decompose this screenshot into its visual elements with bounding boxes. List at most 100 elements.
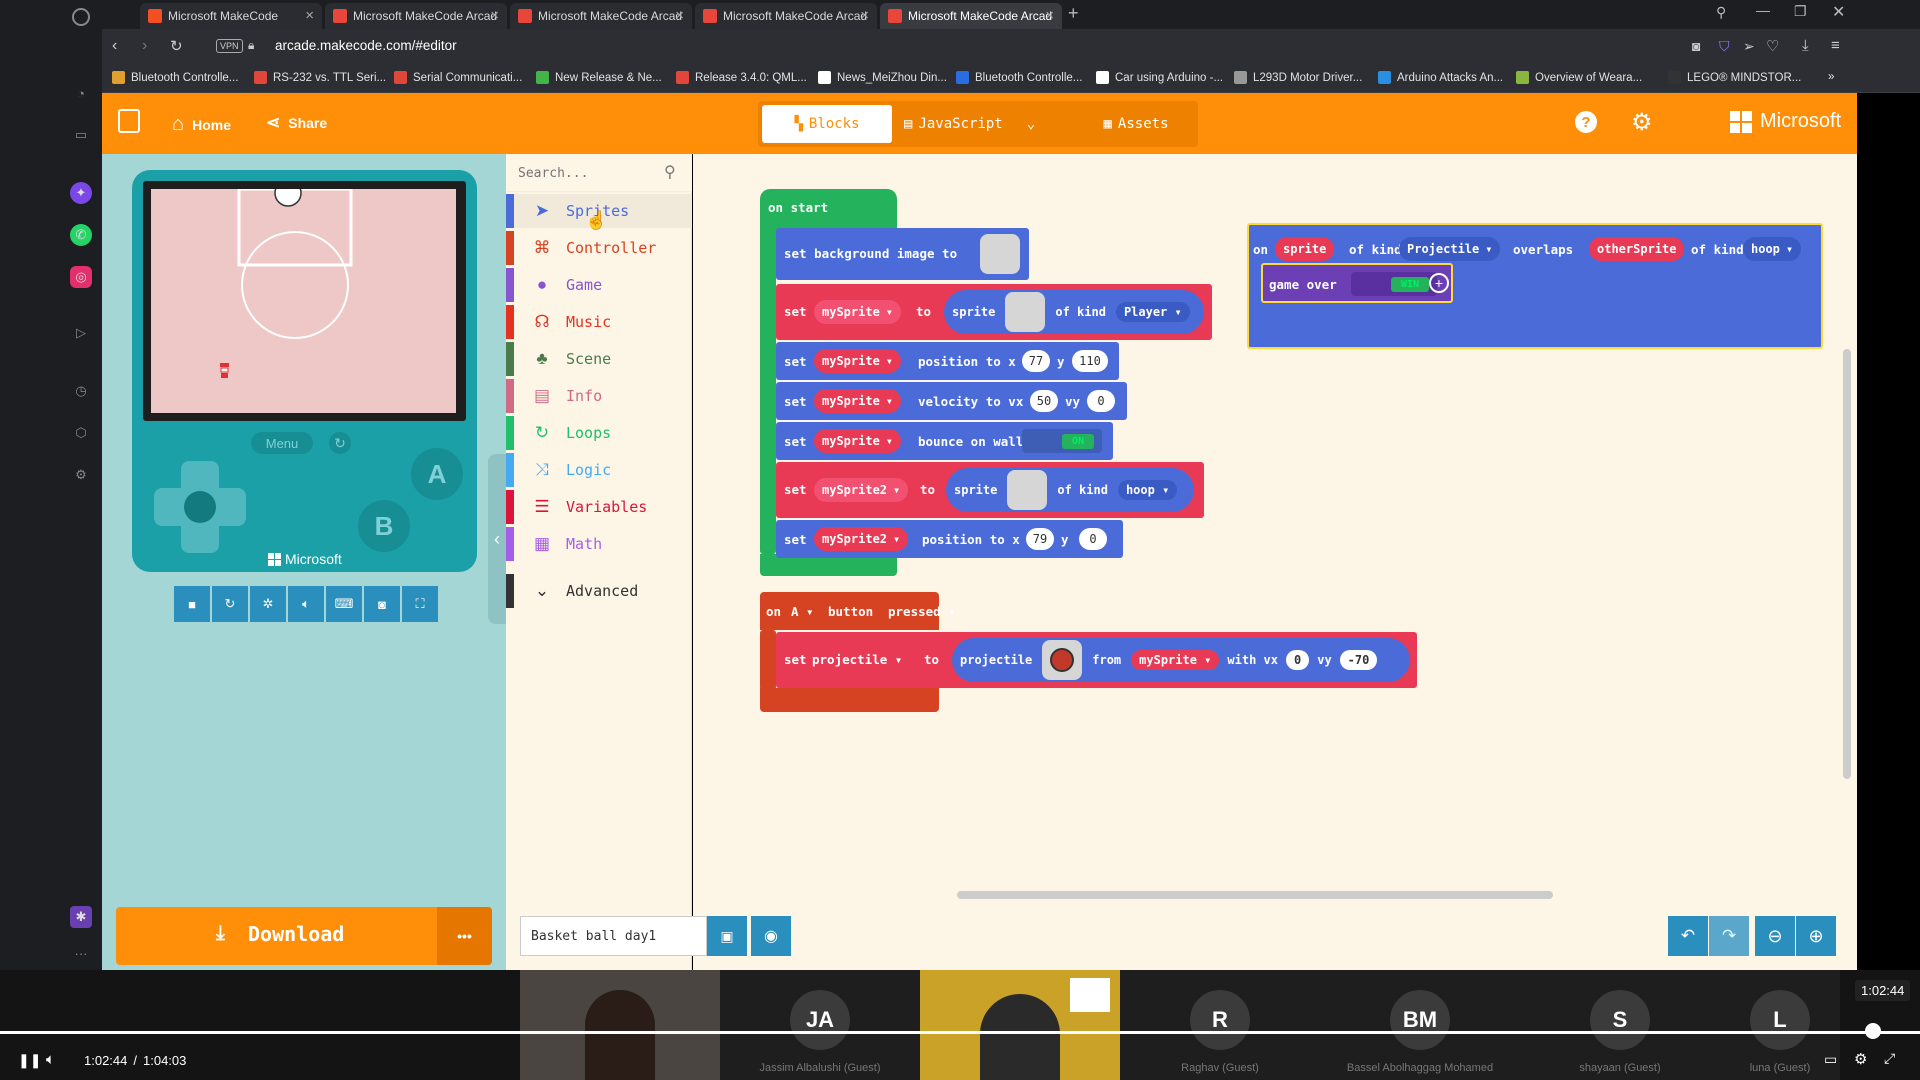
toolbox-category-loops[interactable]: ↻ Loops — [506, 416, 692, 450]
plus-icon[interactable]: + — [1429, 273, 1449, 293]
sprite-of-kind[interactable]: sprite of kind hoop ▾ — [946, 468, 1194, 512]
dpad[interactable] — [144, 451, 256, 563]
gear-icon[interactable]: ⚙ — [1631, 108, 1653, 137]
close-window-icon[interactable]: ✕ — [1832, 2, 1845, 22]
opera-logo-icon[interactable] — [72, 8, 90, 26]
toolbox-category-controller[interactable]: ⌘ Controller — [506, 231, 692, 265]
seek-handle[interactable] — [1865, 1023, 1881, 1039]
shield-icon[interactable]: ⛉ — [1719, 38, 1730, 55]
project-name-input[interactable] — [531, 927, 691, 945]
ball-image-slot[interactable] — [1042, 640, 1083, 680]
captions-icon[interactable]: ▭ — [1824, 1051, 1837, 1068]
debug-icon[interactable]: ✲ — [250, 586, 286, 622]
sprite-of-kind[interactable]: sprite of kind Player ▾ — [944, 290, 1204, 334]
zoom-in-icon[interactable]: ⊕ — [1796, 916, 1836, 956]
horizontal-scrollbar[interactable] — [957, 891, 1553, 899]
blocks-tab[interactable]: ▚ Blocks — [762, 105, 892, 143]
url-text[interactable]: arcade.makecode.com/#editor — [275, 38, 457, 53]
vertical-scrollbar[interactable] — [1843, 349, 1851, 779]
camera-icon[interactable]: ◙ — [1692, 38, 1700, 54]
browser-tab[interactable]: Microsoft MakeCode Arcad × — [695, 3, 877, 29]
set-projectile-block[interactable]: set projectile ▾ to projectile from mySp… — [776, 632, 1417, 688]
video-progress-bar[interactable] — [0, 1031, 1920, 1034]
extensions-icon[interactable]: ⬡ — [70, 422, 92, 444]
minimize-icon[interactable]: — — [1756, 2, 1770, 18]
mysprite-dropdown[interactable]: mySprite ▾ — [1131, 650, 1220, 670]
game-screen[interactable] — [143, 181, 466, 421]
mysprite2-dropdown[interactable]: mySprite2 ▾ — [814, 527, 909, 551]
x-input[interactable]: 79 — [1026, 528, 1054, 550]
messenger-icon[interactable]: ✦ — [70, 182, 92, 204]
bounce-toggle[interactable]: ON — [1022, 429, 1102, 453]
set-position2-block[interactable]: set mySprite2 ▾ position to x 79 y 0 — [776, 520, 1123, 558]
close-tab-icon[interactable]: × — [490, 7, 499, 24]
aria-icon[interactable]: ✱ — [70, 906, 92, 928]
pause-icon[interactable]: ❚❚ — [18, 1052, 41, 1069]
search-icon[interactable]: ⚲ — [664, 162, 676, 182]
bookmark-item[interactable]: Release 3.4.0: QML... — [676, 71, 807, 84]
history-icon[interactable]: ◷ — [70, 380, 92, 402]
game-over-block[interactable]: game over WIN + — [1261, 263, 1453, 303]
bookmark-item[interactable]: L293D Motor Driver... — [1234, 71, 1362, 84]
volume-icon[interactable]: 🔈︎ — [46, 1051, 55, 1068]
forward-icon[interactable]: › — [142, 37, 147, 55]
vx-input[interactable]: 0 — [1285, 650, 1310, 670]
toolbox-category-variables[interactable]: ☰ Variables — [506, 490, 692, 524]
set-position-block[interactable]: set mySprite ▾ position to x 77 y 110 — [776, 342, 1119, 380]
restart-icon[interactable]: ↻ — [329, 432, 351, 454]
close-tab-icon[interactable]: × — [1045, 7, 1054, 24]
send-icon[interactable]: ➢ — [1743, 38, 1755, 55]
background-image-slot[interactable] — [980, 234, 1020, 274]
bookmark-item[interactable]: New Release & Ne... — [536, 71, 662, 84]
browser-tab-active[interactable]: Microsoft MakeCode Arcad × — [880, 3, 1062, 29]
bookmark-item[interactable]: Arduino Attacks An... — [1378, 71, 1503, 84]
collapse-simulator-icon[interactable]: ‹ — [488, 454, 506, 624]
player-icon[interactable]: ▷ — [70, 322, 92, 344]
more-options-button[interactable]: ••• — [437, 907, 492, 965]
microsoft-logo[interactable]: Microsoft — [1730, 110, 1841, 133]
download-button[interactable]: ⤓ Download ••• — [116, 907, 492, 965]
win-toggle[interactable]: WIN — [1351, 272, 1437, 296]
bookmark-item[interactable]: Serial Communicati... — [394, 71, 522, 84]
close-tab-icon[interactable]: × — [860, 7, 869, 24]
bookmark-item[interactable]: RS-232 vs. TTL Seri... — [254, 71, 386, 84]
search-input[interactable] — [518, 164, 658, 182]
hoop-kind-dropdown[interactable]: hoop ▾ — [1743, 237, 1802, 261]
a-button[interactable]: A — [411, 448, 463, 500]
bookmark-item[interactable]: News_MeiZhou Din... — [818, 71, 947, 84]
b-button[interactable]: B — [358, 500, 410, 552]
toolbox-category-math[interactable]: ▦ Math — [506, 527, 692, 561]
hoop-image-slot[interactable] — [1007, 470, 1048, 510]
x-input[interactable]: 77 — [1022, 350, 1050, 372]
undo-icon[interactable]: ↶ — [1668, 916, 1708, 956]
mysprite2-dropdown[interactable]: mySprite2 ▾ — [814, 478, 909, 502]
toolbox-category-info[interactable]: ▤ Info — [506, 379, 692, 413]
restart-sim-icon[interactable]: ↻ — [212, 586, 248, 622]
bookmark-item[interactable]: Bluetooth Controlle... — [956, 71, 1082, 84]
set-mysprite2-block[interactable]: set mySprite2 ▾ to sprite of kind hoop ▾ — [776, 462, 1204, 518]
button-a-dropdown[interactable]: A ▾ — [791, 604, 814, 619]
keyboard-icon[interactable]: ⌨ — [326, 586, 362, 622]
close-tab-icon[interactable]: × — [675, 7, 684, 24]
makecode-logo-icon[interactable] — [118, 109, 140, 133]
vx-input[interactable]: 50 — [1030, 390, 1058, 412]
settings-icon[interactable]: ⚙ — [70, 464, 92, 486]
zoom-out-icon[interactable]: ⊖ — [1755, 916, 1795, 956]
redo-icon[interactable]: ↷ — [1709, 916, 1749, 956]
othersprite-variable[interactable]: otherSprite — [1589, 237, 1685, 261]
help-icon[interactable]: ? — [1575, 111, 1597, 133]
mysprite-dropdown[interactable]: mySprite ▾ — [814, 389, 902, 413]
fullscreen-icon[interactable]: ⤢ — [1884, 1050, 1895, 1067]
javascript-tab[interactable]: ▤ JavaScript ⌄ — [898, 105, 1078, 143]
pressed-dropdown[interactable]: pressed ▾ — [888, 604, 956, 619]
set-velocity-block[interactable]: set mySprite ▾ velocity to vx 50 vy 0 — [776, 382, 1127, 420]
mysprite-dropdown[interactable]: mySprite ▾ — [814, 429, 902, 453]
assets-tab[interactable]: ▦ Assets — [1078, 105, 1194, 143]
toolbox-category-scene[interactable]: ♣ Scene — [506, 342, 692, 376]
bookmark-item[interactable]: Overview of Weara... — [1516, 71, 1642, 84]
bookmark-item[interactable]: Bluetooth Controlle... — [112, 71, 238, 84]
screenshot-icon[interactable]: ◙ — [364, 586, 400, 622]
instagram-icon[interactable]: ◎ — [70, 266, 92, 288]
download-icon[interactable]: ⤓ — [1802, 37, 1809, 54]
blocks-workspace[interactable]: on start set background image to set myS… — [520, 154, 1857, 970]
